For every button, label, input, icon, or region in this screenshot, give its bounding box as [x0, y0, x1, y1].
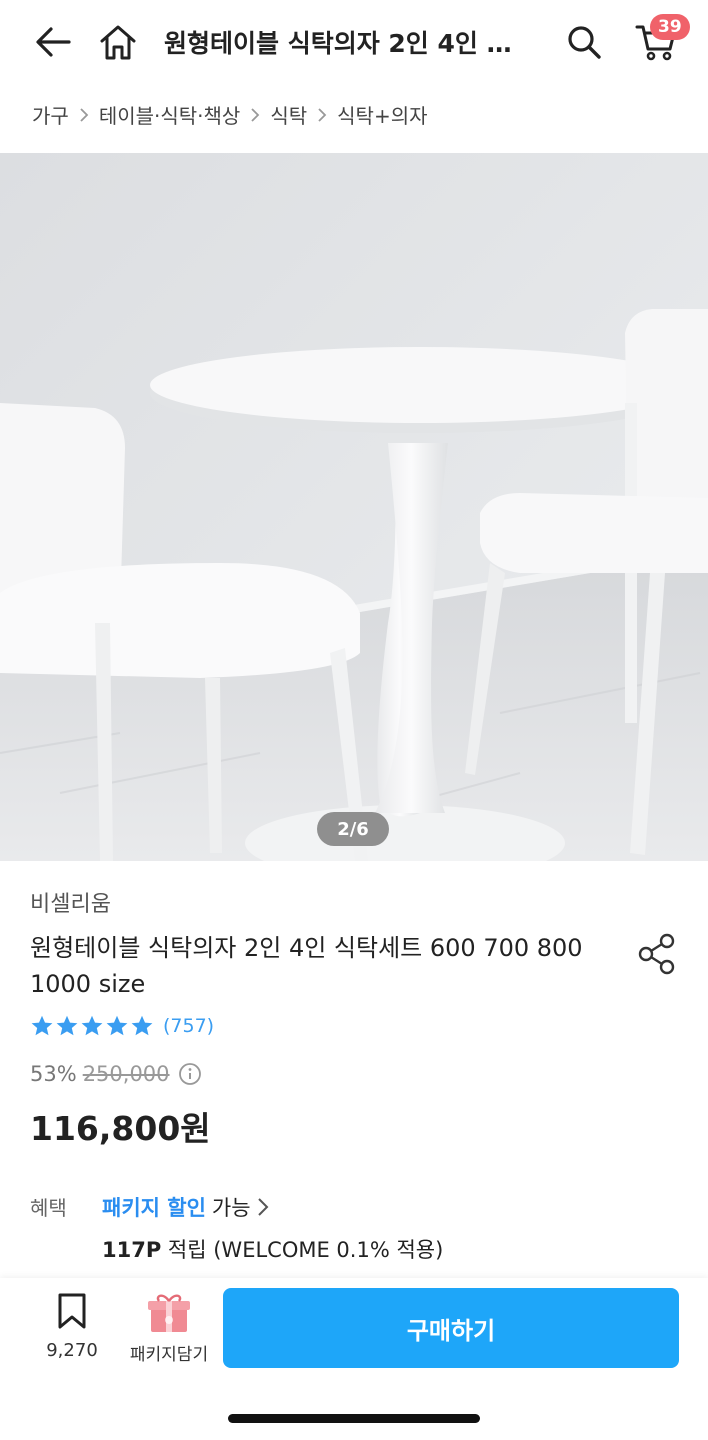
chevron-right-icon	[257, 1197, 269, 1217]
search-icon	[568, 26, 601, 59]
benefit-label: 혜택	[30, 1196, 67, 1220]
cart-count-badge: 39	[650, 14, 690, 40]
home-button[interactable]	[94, 20, 142, 64]
points-text: 적립 (WELCOME 0.1% 적용)	[167, 1238, 444, 1262]
original-price: 250,000	[82, 1062, 170, 1086]
info-icon[interactable]	[178, 1062, 202, 1086]
breadcrumb-item[interactable]: 식탁+의자	[337, 100, 427, 129]
package-discount-row[interactable]: 패키지 할인 가능	[102, 1192, 269, 1222]
buy-button[interactable]: 구매하기	[223, 1288, 679, 1368]
star-icon	[31, 1015, 53, 1036]
product-title: 원형테이블 식탁의자 2인 4인 식탁세트 600 700 800 1000 s…	[30, 934, 583, 998]
points-amount: 117P	[102, 1238, 162, 1262]
sale-price: 116,800원	[30, 1109, 211, 1148]
wishlist-count: 9,270	[46, 1340, 98, 1361]
package-cart-button[interactable]: 패키지담기	[122, 1292, 216, 1372]
chevron-right-icon	[79, 107, 89, 123]
image-counter: 2/6	[317, 812, 389, 846]
package-discount-link[interactable]: 패키지 할인	[102, 1192, 206, 1222]
package-availability: 가능	[211, 1196, 251, 1220]
discount-rate: 53%	[30, 1062, 77, 1086]
star-icon	[131, 1015, 153, 1036]
gift-box-icon	[148, 1294, 190, 1332]
breadcrumb-item[interactable]: 테이블·식탁·책상	[99, 100, 241, 129]
star-icon	[81, 1015, 103, 1036]
product-photo-illustration	[0, 153, 708, 861]
brand-name[interactable]: 비셀리움	[30, 886, 111, 918]
points-row: 117P 적립 (WELCOME 0.1% 적용)	[102, 1234, 443, 1264]
home-indicator	[228, 1414, 480, 1423]
back-arrow-icon	[36, 27, 71, 57]
page-title: 원형테이블 식탁의자 2인 4인 식탁세트 600 700 800 1000 s…	[164, 29, 534, 58]
star-icon	[106, 1015, 128, 1036]
breadcrumb-item[interactable]: 식탁	[270, 100, 307, 129]
chevron-right-icon	[250, 107, 260, 123]
product-image[interactable]	[0, 153, 708, 861]
wishlist-button[interactable]: 9,270	[40, 1292, 104, 1372]
top-app-bar: 원형테이블 식탁의자 2인 4인 식탁세트 600 700 800 1000 s…	[0, 0, 708, 84]
share-button[interactable]	[632, 928, 682, 980]
package-cart-label: 패키지담기	[129, 1345, 209, 1365]
back-button[interactable]	[28, 20, 78, 64]
star-icon	[56, 1015, 78, 1036]
home-icon	[100, 25, 136, 60]
bookmark-icon	[58, 1293, 86, 1329]
share-icon	[638, 933, 675, 975]
rating-row[interactable]: (757)	[30, 1014, 214, 1038]
breadcrumb: 가구 테이블·식탁·책상 식탁 식탁+의자	[32, 100, 428, 129]
discount-row: 53% 250,000	[30, 1062, 202, 1086]
chevron-right-icon	[317, 107, 327, 123]
search-button[interactable]	[560, 20, 608, 64]
breadcrumb-item[interactable]: 가구	[32, 100, 69, 129]
review-count[interactable]: (757)	[163, 1015, 214, 1037]
